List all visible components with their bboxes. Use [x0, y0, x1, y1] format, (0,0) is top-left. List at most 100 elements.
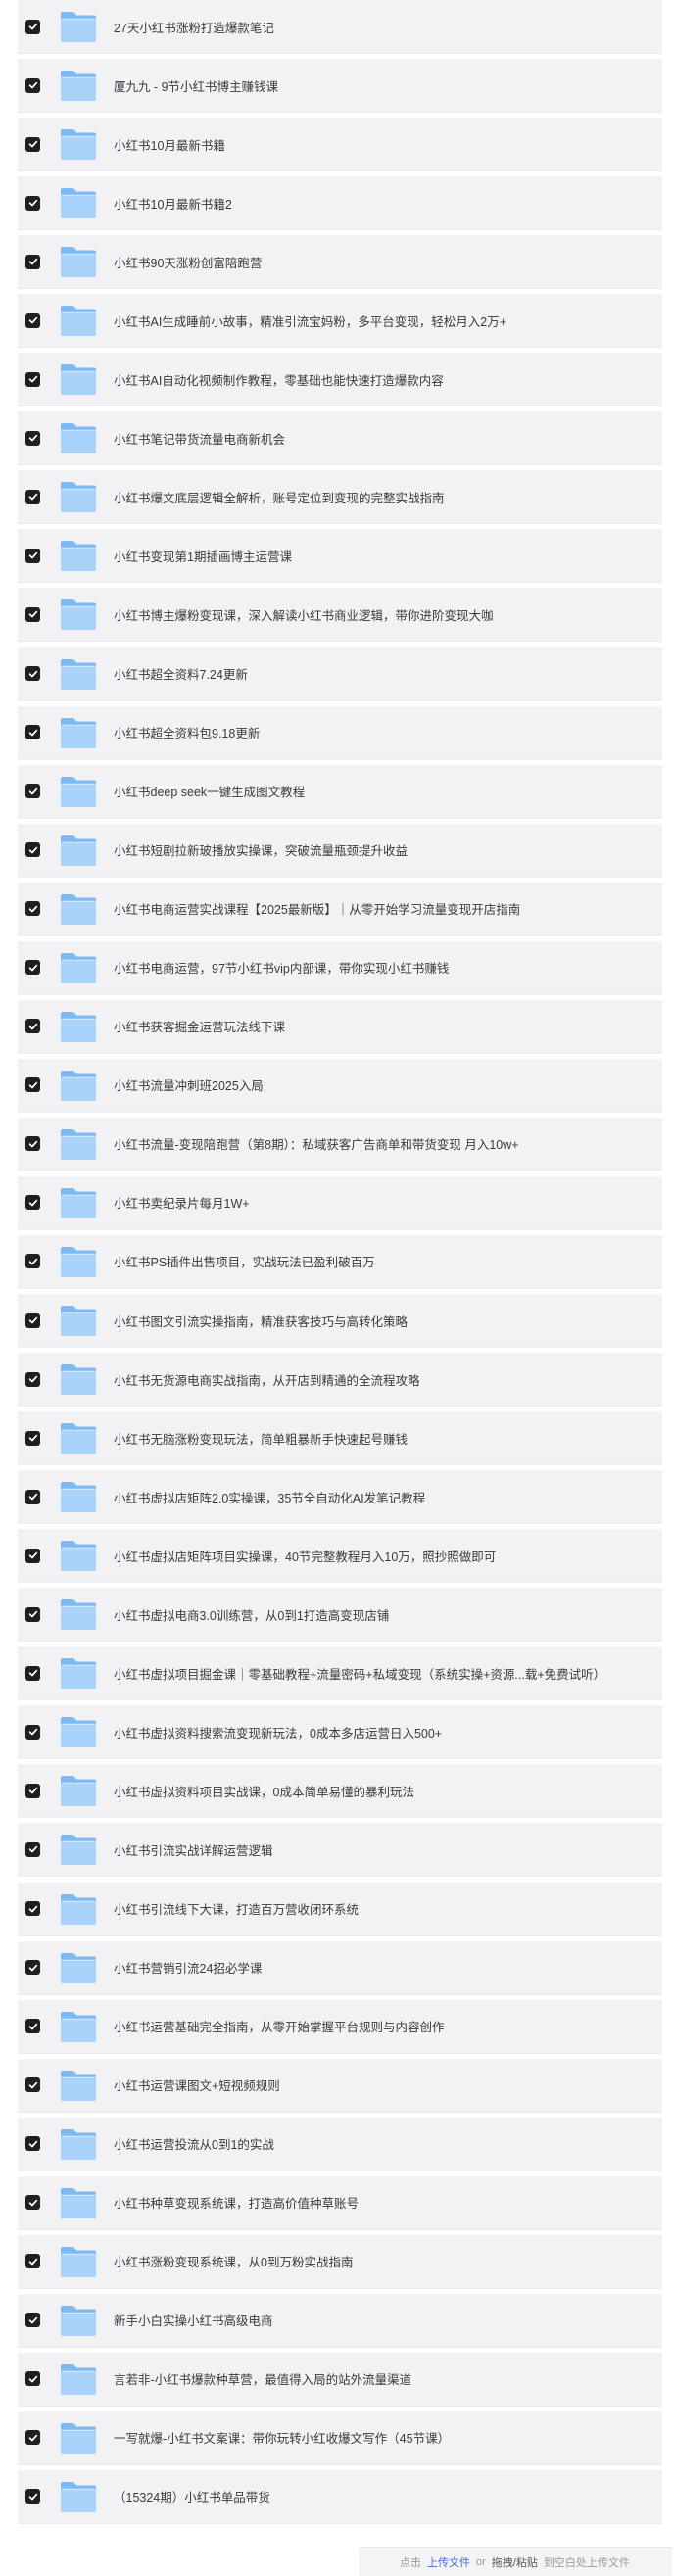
row-checkbox[interactable] — [25, 1960, 40, 1976]
folder-name[interactable]: 小红书流量-变现陪跑营（第8期）：私域获客广告商单和带货变现 月入10w+ — [114, 1134, 519, 1153]
folder-row[interactable]: 小红书种草变现系统课，打造高价值种草账号 — [18, 2175, 662, 2230]
folder-row[interactable]: 小红书引流线下大课，打造百万营收闭环系统 — [18, 1882, 662, 1936]
folder-row[interactable]: 小红书10月最新书籍2 — [18, 176, 662, 231]
folder-row[interactable]: 小红书PS插件出售项目，实战玩法已盈利破百万 — [18, 1234, 662, 1289]
folder-name[interactable]: 小红书PS插件出售项目，实战玩法已盈利破百万 — [114, 1252, 375, 1270]
folder-name[interactable]: 小红书AI自动化视频制作教程，零基础也能快速打造爆款内容 — [114, 370, 444, 389]
row-checkbox[interactable] — [25, 1430, 40, 1446]
folder-row[interactable]: 小红书电商运营实战课程【2025最新版】｜从零开始学习流量变现开店指南 — [18, 882, 662, 936]
folder-name[interactable]: 小红书变现第1期插画博主运营课 — [114, 547, 292, 565]
folder-row[interactable]: 小红书10月最新书籍 — [18, 118, 662, 172]
folder-name[interactable]: 小红书笔记带货流量电商新机会 — [114, 429, 285, 448]
row-checkbox[interactable] — [25, 1901, 40, 1916]
row-checkbox[interactable] — [25, 2313, 40, 2328]
row-checkbox[interactable] — [25, 960, 40, 976]
folder-name[interactable]: 小红书引流实战详解运营逻辑 — [114, 1840, 273, 1859]
folder-row[interactable]: 小红书虚拟项目掘金课｜零基础教程+流量密码+私域变现（系统实操+资源...载+免… — [18, 1646, 662, 1701]
row-checkbox[interactable] — [25, 2019, 40, 2034]
folder-name[interactable]: 27天小红书涨粉打造爆款笔记 — [114, 18, 274, 36]
folder-row[interactable]: 小红书图文引流实操指南，精准获客技巧与高转化策略 — [18, 1294, 662, 1349]
folder-row[interactable]: 一写就爆-小红书文案课：带你玩转小红收爆文写作（45节课） — [18, 2410, 662, 2465]
row-checkbox[interactable] — [25, 1077, 40, 1093]
folder-row[interactable]: 小红书deep seek一键生成图文教程 — [18, 764, 662, 819]
folder-name[interactable]: 小红书超全资料包9.18更新 — [114, 723, 260, 741]
folder-row[interactable]: 小红书流量-变现陪跑营（第8期）：私域获客广告商单和带货变现 月入10w+ — [18, 1117, 662, 1171]
folder-row[interactable]: 小红书超全资料7.24更新 — [18, 646, 662, 701]
folder-row[interactable]: 小红书虚拟资料搜索流变现新玩法，0成本多店运营日入500+ — [18, 1705, 662, 1760]
folder-name[interactable]: 小红书电商运营，97节小红书vip内部课，带你实现小红书赚钱 — [114, 958, 449, 977]
row-checkbox[interactable] — [25, 1371, 40, 1387]
folder-name[interactable]: 小红书电商运营实战课程【2025最新版】｜从零开始学习流量变现开店指南 — [114, 899, 520, 918]
folder-row[interactable]: 小红书营销引流24招必学课 — [18, 1940, 662, 1995]
row-checkbox[interactable] — [25, 1195, 40, 1211]
row-checkbox[interactable] — [25, 1254, 40, 1269]
row-checkbox[interactable] — [25, 606, 40, 622]
row-checkbox[interactable] — [25, 1724, 40, 1740]
folder-row[interactable]: 小红书虚拟电商3.0训练营，从0到1打造高变现店铺 — [18, 1588, 662, 1643]
folder-name[interactable]: 小红书引流线下大课，打造百万营收闭环系统 — [114, 1899, 359, 1918]
row-checkbox[interactable] — [25, 371, 40, 387]
folder-row[interactable]: 厦九九 - 9节小红书博主赚钱课 — [18, 59, 662, 114]
folder-row[interactable]: 27天小红书涨粉打造爆款笔记 — [18, 0, 662, 54]
row-checkbox[interactable] — [25, 2136, 40, 2152]
row-checkbox[interactable] — [25, 312, 40, 328]
row-checkbox[interactable] — [25, 430, 40, 446]
row-checkbox[interactable] — [25, 136, 40, 152]
upload-file-link[interactable]: 上传文件 — [427, 2554, 470, 2570]
folder-row[interactable]: 小红书变现第1期插画博主运营课 — [18, 529, 662, 584]
folder-name[interactable]: 小红书AI生成睡前小故事，精准引流宝妈粉，多平台变现，轻松月入2万+ — [114, 311, 506, 330]
row-checkbox[interactable] — [25, 548, 40, 563]
folder-row[interactable]: 小红书涨粉变现系统课，从0到万粉实战指南 — [18, 2234, 662, 2289]
folder-row[interactable]: 小红书虚拟店矩阵项目实操课，40节完整教程月入10万，照抄照做即可 — [18, 1529, 662, 1584]
folder-name[interactable]: 小红书无货源电商实战指南，从开店到精通的全流程攻略 — [114, 1370, 420, 1389]
folder-name[interactable]: 小红书博主爆粉变现课，深入解读小红书商业逻辑，带你进阶变现大咖 — [114, 605, 494, 624]
folder-row[interactable]: 小红书无脑涨粉变现玩法，简单粗暴新手快速起号赚钱 — [18, 1411, 662, 1466]
folder-row[interactable]: 小红书AI生成睡前小故事，精准引流宝妈粉，多平台变现，轻松月入2万+ — [18, 294, 662, 349]
folder-name[interactable]: 小红书10月最新书籍 — [114, 135, 225, 154]
folder-name[interactable]: 小红书90天涨粉创富陪跑营 — [114, 253, 262, 271]
folder-name[interactable]: 小红书涨粉变现系统课，从0到万粉实战指南 — [114, 2252, 353, 2270]
folder-row[interactable]: 小红书AI自动化视频制作教程，零基础也能快速打造爆款内容 — [18, 353, 662, 407]
row-checkbox[interactable] — [25, 195, 40, 211]
folder-row[interactable]: 小红书超全资料包9.18更新 — [18, 705, 662, 760]
row-checkbox[interactable] — [25, 1841, 40, 1857]
row-checkbox[interactable] — [25, 489, 40, 504]
folder-row[interactable]: 小红书笔记带货流量电商新机会 — [18, 411, 662, 466]
folder-name[interactable]: 小红书营销引流24招必学课 — [114, 1958, 262, 1977]
folder-name[interactable]: 小红书运营投流从0到1的实战 — [114, 2134, 274, 2153]
folder-name[interactable]: 小红书虚拟项目掘金课｜零基础教程+流量密码+私域变现（系统实操+资源...载+免… — [114, 1664, 605, 1683]
row-checkbox[interactable] — [25, 1312, 40, 1328]
row-checkbox[interactable] — [25, 1665, 40, 1681]
folder-name[interactable]: 言若非-小红书爆款种草营，最值得入局的站外流量渠道 — [114, 2369, 411, 2388]
folder-name[interactable]: 小红书deep seek一键生成图文教程 — [114, 782, 305, 800]
row-checkbox[interactable] — [25, 2489, 40, 2504]
row-checkbox[interactable] — [25, 666, 40, 682]
folder-row[interactable]: 小红书流量冲刺班2025入局 — [18, 1058, 662, 1113]
folder-row[interactable]: 言若非-小红书爆款种草营，最值得入局的站外流量渠道 — [18, 2352, 662, 2407]
folder-name[interactable]: 小红书爆文底层逻辑全解析，账号定位到变现的完整实战指南 — [114, 488, 445, 506]
row-checkbox[interactable] — [25, 784, 40, 799]
folder-row[interactable]: 小红书无货源电商实战指南，从开店到精通的全流程攻略 — [18, 1353, 662, 1407]
folder-name[interactable]: 小红书图文引流实操指南，精准获客技巧与高转化策略 — [114, 1312, 408, 1330]
folder-name[interactable]: 小红书卖纪录片每月1W+ — [114, 1193, 250, 1212]
folder-row[interactable]: 小红书博主爆粉变现课，深入解读小红书商业逻辑，带你进阶变现大咖 — [18, 588, 662, 643]
folder-name[interactable]: （15324期）小红书单品带货 — [114, 2487, 270, 2505]
folder-row[interactable]: 小红书获客掘金运营玩法线下课 — [18, 999, 662, 1054]
folder-row[interactable]: 小红书电商运营，97节小红书vip内部课，带你实现小红书赚钱 — [18, 940, 662, 995]
folder-name[interactable]: 小红书虚拟资料搜索流变现新玩法，0成本多店运营日入500+ — [114, 1723, 442, 1741]
folder-row[interactable]: 小红书引流实战详解运营逻辑 — [18, 1823, 662, 1878]
folder-name[interactable]: 新手小白实操小红书高级电商 — [114, 2311, 273, 2329]
folder-name[interactable]: 小红书流量冲刺班2025入局 — [114, 1075, 264, 1094]
folder-row[interactable]: 小红书短剧拉新玻播放实操课，突破流量瓶颈提升收益 — [18, 823, 662, 878]
folder-name[interactable]: 小红书10月最新书籍2 — [114, 194, 232, 213]
row-checkbox[interactable] — [25, 1606, 40, 1622]
row-checkbox[interactable] — [25, 901, 40, 917]
folder-name[interactable]: 小红书虚拟店矩阵2.0实操课，35节全自动化AI发笔记教程 — [114, 1488, 425, 1506]
folder-row[interactable]: 小红书卖纪录片每月1W+ — [18, 1175, 662, 1230]
row-checkbox[interactable] — [25, 77, 40, 93]
folder-row[interactable]: 小红书90天涨粉创富陪跑营 — [18, 235, 662, 290]
row-checkbox[interactable] — [25, 2077, 40, 2093]
row-checkbox[interactable] — [25, 2254, 40, 2269]
upload-bar[interactable]: 点击 上传文件 or 拖拽/粘贴 到空白处上传文件 — [359, 2547, 672, 2576]
row-checkbox[interactable] — [25, 1136, 40, 1152]
